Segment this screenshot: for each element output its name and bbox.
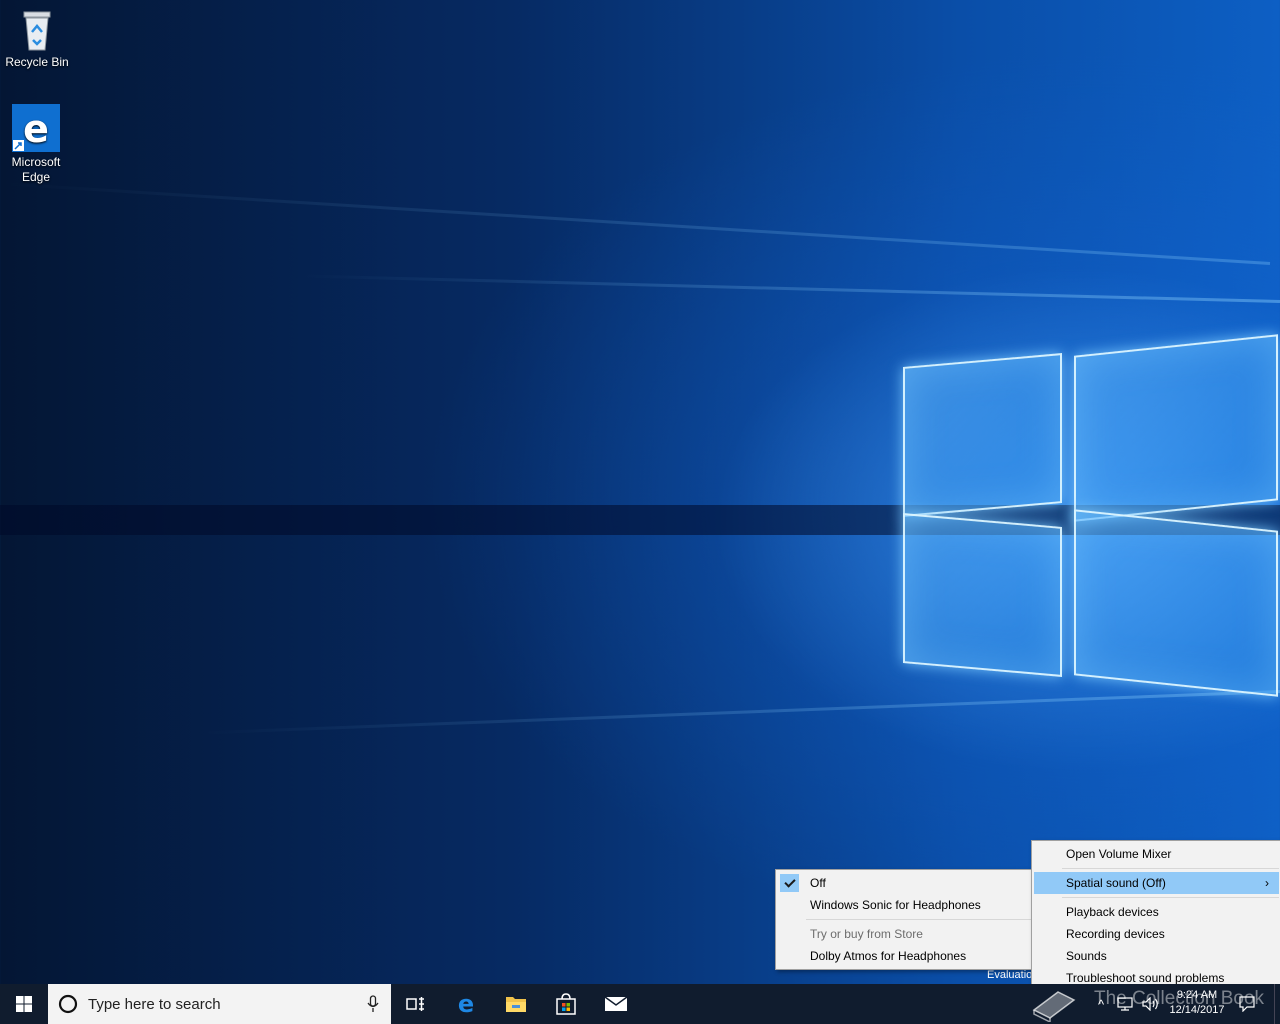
menu-item-label: Playback devices <box>1066 905 1159 919</box>
brand-text: The Collection Book <box>1094 988 1265 1009</box>
brand-watermark: The Collection Book <box>1030 986 1275 1022</box>
window-logo-pane-br <box>1074 509 1278 697</box>
menu-item-try-or-buy: Try or buy from Store <box>776 923 1033 945</box>
search-box[interactable]: Type here to search <box>48 984 391 1024</box>
mail-icon <box>604 996 628 1011</box>
windows-logo-icon <box>16 996 32 1012</box>
taskbar-mail-button[interactable] <box>591 984 641 1024</box>
store-icon <box>556 993 576 1015</box>
spatial-sound-submenu: Off Windows Sonic for Headphones Try or … <box>775 869 1034 970</box>
desktop-icon-edge[interactable]: e Microsoft Edge <box>0 104 72 185</box>
volume-context-menu: Open Volume Mixer Spatial sound (Off) › … <box>1031 840 1280 989</box>
menu-item-recording-devices[interactable]: Recording devices <box>1032 923 1280 945</box>
window-logo-pane-bl <box>903 513 1062 677</box>
menu-item-off[interactable]: Off <box>776 872 1033 894</box>
book-logo-icon <box>1032 991 1076 1022</box>
menu-item-label: Recording devices <box>1066 927 1165 941</box>
checkmark-icon <box>780 874 799 892</box>
svg-text:e: e <box>23 107 49 151</box>
menu-item-label: Spatial sound (Off) <box>1066 876 1166 890</box>
menu-item-label: Open Volume Mixer <box>1066 847 1172 861</box>
edge-icon: e <box>458 993 474 1015</box>
desktop-icon-recycle-bin[interactable]: Recycle Bin <box>1 8 73 70</box>
menu-item-label: Try or buy from Store <box>810 927 923 941</box>
desktop-icon-label: Microsoft Edge <box>11 155 61 184</box>
file-explorer-icon <box>506 997 526 1012</box>
search-placeholder: Type here to search <box>88 996 221 1013</box>
menu-separator <box>1062 868 1279 869</box>
recycle-bin-icon <box>20 8 54 52</box>
desktop-icon-label: Recycle Bin <box>5 55 69 69</box>
cortana-icon <box>58 994 78 1014</box>
task-view-icon <box>406 997 424 1011</box>
evaluation-watermark: Evaluation copy <box>987 969 1032 981</box>
menu-item-windows-sonic[interactable]: Windows Sonic for Headphones <box>776 894 1033 916</box>
menu-item-label: Off <box>810 876 826 890</box>
edge-icon: e <box>12 104 60 152</box>
taskbar-store-button[interactable] <box>541 984 591 1024</box>
menu-item-label: Dolby Atmos for Headphones <box>810 949 967 963</box>
taskbar-file-explorer-button[interactable] <box>491 984 541 1024</box>
menu-item-label: Troubleshoot sound problems <box>1066 971 1225 985</box>
start-button[interactable] <box>0 984 48 1024</box>
menu-item-open-volume-mixer[interactable]: Open Volume Mixer <box>1032 843 1280 865</box>
taskbar-edge-button[interactable]: e <box>441 984 491 1024</box>
menu-item-label: Windows Sonic for Headphones <box>810 898 981 912</box>
task-view-button[interactable] <box>391 984 441 1024</box>
menu-separator <box>1062 897 1279 898</box>
menu-item-dolby-atmos[interactable]: Dolby Atmos for Headphones <box>776 945 1033 967</box>
svg-text:e: e <box>458 993 474 1015</box>
menu-item-label: Sounds <box>1066 949 1107 963</box>
menu-item-spatial-sound[interactable]: Spatial sound (Off) › <box>1034 872 1279 894</box>
menu-separator <box>806 919 1031 920</box>
menu-item-sounds[interactable]: Sounds <box>1032 945 1280 967</box>
menu-item-playback-devices[interactable]: Playback devices <box>1032 901 1280 923</box>
window-logo-pane-tl <box>903 353 1062 517</box>
microphone-icon[interactable] <box>367 995 379 1013</box>
chevron-right-icon: › <box>1265 876 1269 890</box>
window-logo-pane-tr <box>1074 334 1278 522</box>
